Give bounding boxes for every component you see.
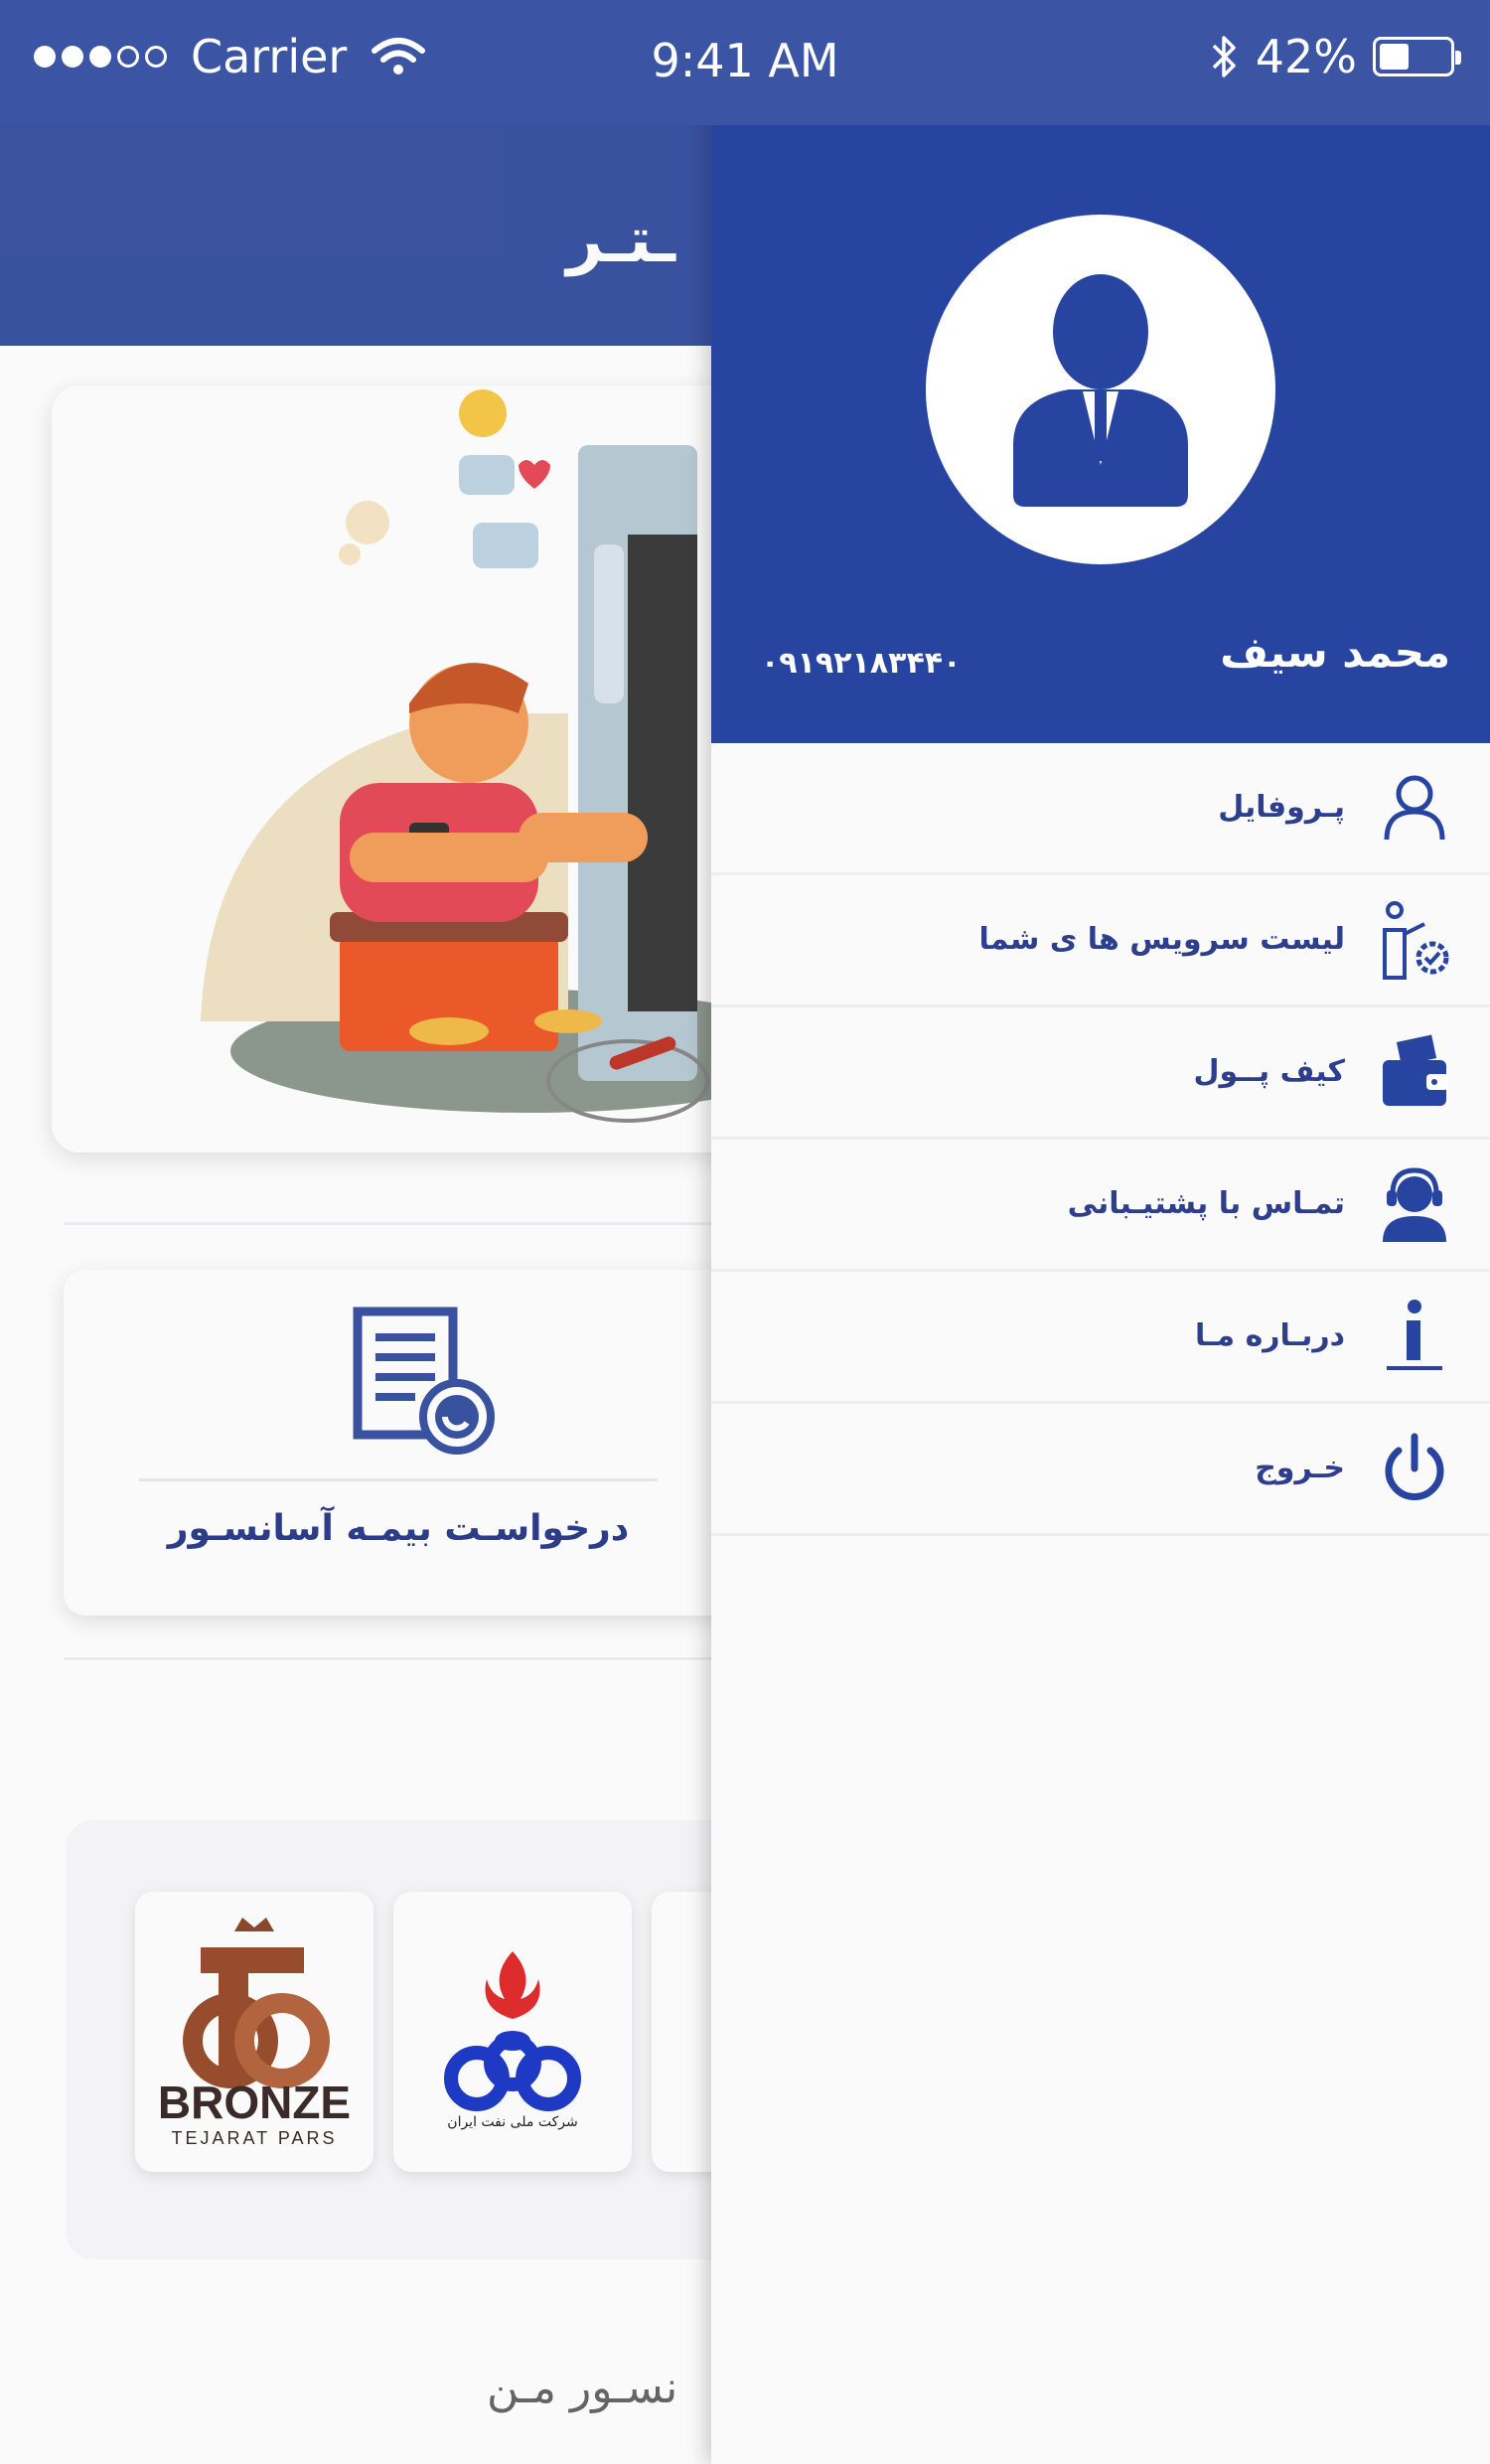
wallet-icon [1383,1034,1448,1106]
drawer-menu: پـروفایل لیست سرویس ها ی شما کیف پــول ت… [711,743,1490,1536]
user-phone: ۰۹۱۹۲۱۸۳۴۴۰ [761,646,962,681]
menu-item-profile[interactable]: پـروفایل [711,743,1490,875]
menu-item-label: کیف پــول [1193,1054,1345,1089]
menu-item-service-list[interactable]: لیست سرویس ها ی شما [711,875,1490,1007]
battery-level [1380,44,1409,70]
navigation-drawer: محمد سیف ۰۹۱۹۲۱۸۳۴۴۰ پـروفایل لیست سرویس… [711,111,1490,2464]
drawer-header: محمد سیف ۰۹۱۹۲۱۸۳۴۴۰ [711,111,1490,743]
user-icon [1384,775,1445,841]
menu-item-wallet[interactable]: کیف پــول [711,1007,1490,1140]
menu-item-logout[interactable]: خـروج [711,1404,1490,1536]
menu-item-label: دربـاره مـا [1195,1318,1345,1353]
battery-percentage: 42% [1255,30,1357,83]
status-bar: Carrier 9:41 AM 42% [0,0,1490,125]
power-icon [1385,1433,1444,1500]
menu-item-support[interactable]: تمـاس با پشتیـبانی [711,1140,1490,1272]
drawer-scrim[interactable] [0,0,711,2464]
battery-icon [1373,37,1461,77]
system-status: 42% [1210,30,1461,83]
menu-item-about[interactable]: دربـاره مـا [711,1272,1490,1404]
info-icon [1387,1300,1442,1370]
menu-item-label: لیست سرویس ها ی شما [978,922,1346,957]
user-avatar-icon [1013,274,1188,507]
bluetooth-icon [1212,36,1236,77]
menu-item-label: خـروج [1255,1451,1345,1485]
menu-item-label: تمـاس با پشتیـبانی [1067,1186,1345,1221]
menu-item-label: پـروفایل [1218,790,1345,825]
service-list-icon [1383,901,1449,980]
avatar[interactable] [926,215,1275,564]
support-icon [1383,1167,1446,1242]
user-name: محمد سیف [1220,628,1450,677]
